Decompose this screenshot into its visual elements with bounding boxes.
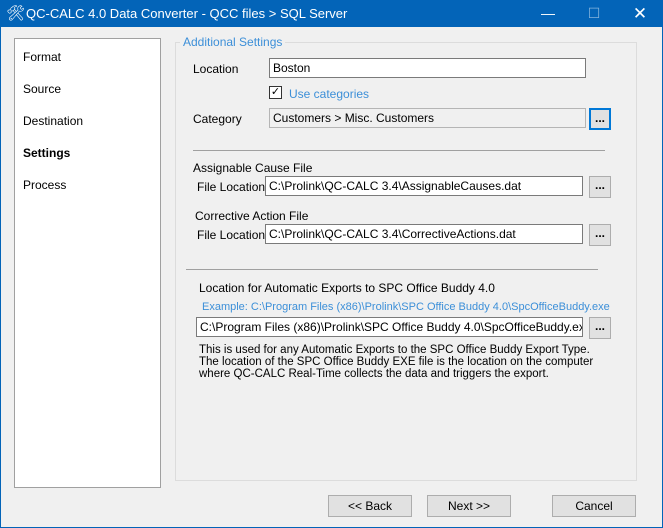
use-categories-label[interactable]: Use categories — [289, 87, 369, 101]
spc-path-input[interactable]: C:\Program Files (x86)\Prolink\SPC Offic… — [196, 317, 583, 337]
corrective-browse-button[interactable]: ... — [589, 224, 611, 246]
nav-format[interactable]: Format — [23, 50, 61, 64]
spc-description: This is used for any Automatic Exports t… — [199, 344, 594, 380]
step-nav: Format Source Destination Settings Proce… — [14, 38, 161, 488]
nav-process[interactable]: Process — [23, 178, 66, 192]
corrective-file-label: File Location: — [197, 228, 269, 242]
nav-settings[interactable]: Settings — [23, 146, 70, 160]
assignable-title: Assignable Cause File — [193, 161, 313, 175]
tools-icon: 🛠 — [6, 5, 26, 22]
nav-destination[interactable]: Destination — [23, 114, 83, 128]
assignable-file-label: File Location: — [197, 180, 269, 194]
location-label: Location — [193, 62, 239, 76]
use-categories-checkbox[interactable]: ✓ — [269, 86, 282, 99]
category-field[interactable]: Customers > Misc. Customers — [269, 108, 586, 128]
spc-browse-button[interactable]: ... — [589, 317, 611, 339]
back-button[interactable]: << Back — [328, 495, 412, 517]
title-bar: 🛠 QC-CALC 4.0 Data Converter - QCC files… — [0, 0, 663, 27]
corrective-file-input[interactable]: C:\Prolink\QC-CALC 3.4\CorrectiveActions… — [265, 224, 583, 244]
maximize-button[interactable]: ☐ — [571, 0, 617, 27]
close-button[interactable]: ✕ — [617, 0, 663, 27]
assignable-browse-button[interactable]: ... — [589, 176, 611, 198]
cancel-button[interactable]: Cancel — [552, 495, 636, 517]
next-button[interactable]: Next >> — [427, 495, 511, 517]
group-title: Additional Settings — [180, 35, 286, 49]
category-browse-button[interactable]: ... — [589, 108, 611, 130]
category-label: Category — [193, 112, 242, 126]
divider — [193, 150, 605, 151]
nav-source[interactable]: Source — [23, 82, 61, 96]
spc-example: Example: C:\Program Files (x86)\Prolink\… — [202, 301, 610, 313]
window-title: QC-CALC 4.0 Data Converter - QCC files >… — [26, 6, 348, 21]
spc-title: Location for Automatic Exports to SPC Of… — [199, 281, 495, 295]
divider — [186, 269, 598, 270]
corrective-title: Corrective Action File — [195, 209, 309, 223]
assignable-file-input[interactable]: C:\Prolink\QC-CALC 3.4\AssignableCauses.… — [265, 176, 583, 196]
minimize-button[interactable]: — — [525, 0, 571, 27]
location-input[interactable]: Boston — [269, 58, 586, 78]
